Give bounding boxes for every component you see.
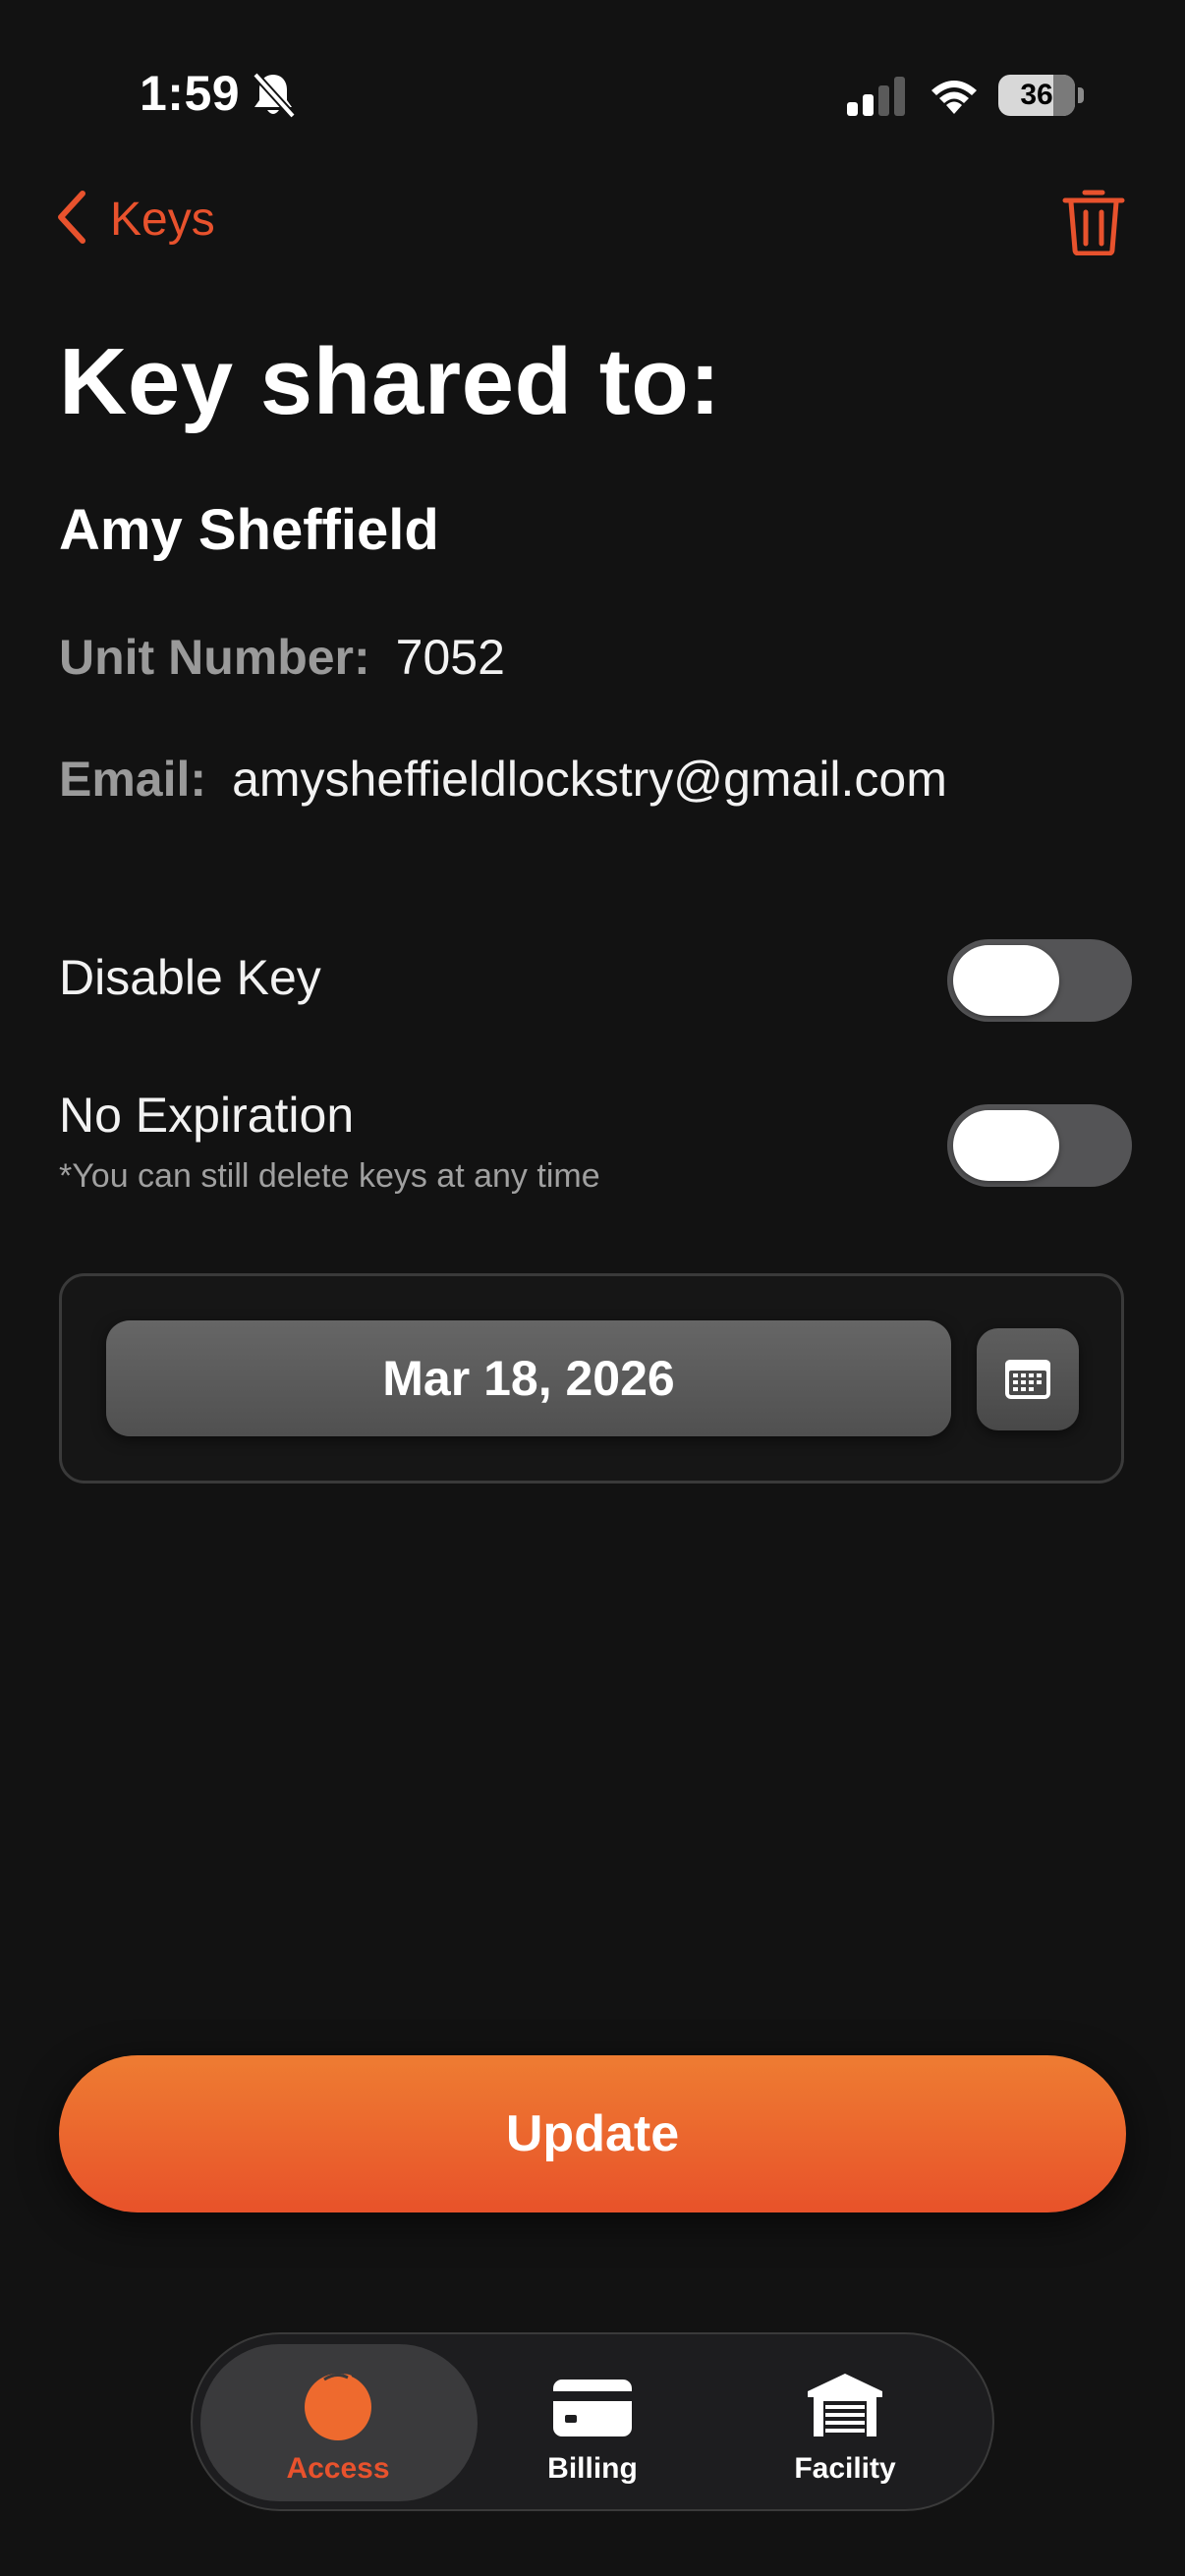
page-title: Key shared to:: [59, 329, 721, 434]
trash-icon: [1062, 190, 1125, 256]
toggle-knob: [953, 945, 1059, 1016]
tab-facility[interactable]: Facility: [747, 2368, 943, 2495]
email-row: Email: amysheffieldlockstry@gmail.com: [59, 751, 947, 808]
unit-number-label: Unit Number:: [59, 630, 370, 685]
update-button[interactable]: Update: [59, 2055, 1126, 2212]
recipient-name: Amy Sheffield: [59, 498, 439, 562]
disable-key-toggle[interactable]: [947, 939, 1132, 1022]
bell-slash-icon: [250, 71, 297, 120]
status-time: 1:59: [140, 66, 241, 121]
no-expiration-toggle[interactable]: [947, 1104, 1132, 1187]
expiration-date-field[interactable]: Mar 18, 2026: [106, 1320, 951, 1436]
calendar-button[interactable]: [977, 1328, 1079, 1430]
tab-billing-label: Billing: [547, 2452, 638, 2485]
cellular-signal-icon: [847, 77, 908, 116]
back-button[interactable]: Keys: [55, 185, 215, 253]
delete-key-button[interactable]: [1061, 187, 1126, 256]
wifi-icon: [930, 75, 979, 116]
battery-cap: [1078, 87, 1084, 103]
email-value: amysheffieldlockstry@gmail.com: [232, 752, 947, 807]
access-icon: [305, 2373, 371, 2440]
back-label: Keys: [110, 193, 215, 246]
tab-access-label: Access: [286, 2452, 390, 2485]
calendar-icon: [1005, 1360, 1050, 1399]
billing-icon: [553, 2380, 632, 2436]
tab-facility-label: Facility: [794, 2452, 896, 2485]
email-label: Email:: [59, 752, 207, 807]
chevron-left-icon: [55, 190, 88, 250]
disable-key-label: Disable Key: [59, 950, 321, 1005]
unit-number-row: Unit Number: 7052: [59, 629, 505, 686]
tab-access[interactable]: Access: [240, 2368, 436, 2495]
battery-level: 36: [1020, 79, 1053, 111]
unit-number-value: 7052: [395, 630, 505, 685]
no-expiration-label: No Expiration: [59, 1088, 355, 1143]
no-expiration-hint: *You can still delete keys at any time: [59, 1157, 600, 1195]
facility-icon: [808, 2374, 882, 2436]
toggle-knob: [953, 1110, 1059, 1181]
battery-indicator: 36: [998, 75, 1075, 116]
tab-billing[interactable]: Billing: [494, 2368, 691, 2495]
